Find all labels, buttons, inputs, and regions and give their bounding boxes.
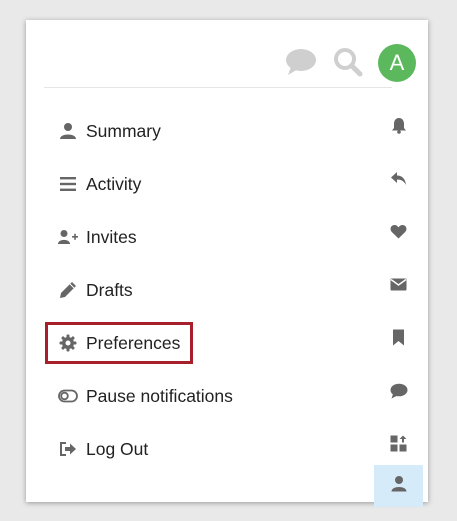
grid-icon — [390, 435, 407, 457]
avatar-letter: A — [389, 50, 405, 75]
menu-item-activity[interactable]: Activity — [48, 166, 151, 202]
menu-item-preferences[interactable]: Preferences — [44, 322, 194, 364]
menu-item-log-out[interactable]: Log Out — [48, 431, 158, 467]
sign-out-icon — [58, 439, 78, 459]
menu-item-invites[interactable]: Invites — [48, 219, 147, 255]
list-icon — [58, 174, 78, 194]
menu-item-label: Invites — [86, 226, 137, 247]
rail-profile-tab[interactable] — [374, 465, 423, 507]
menu-item-summary[interactable]: Summary — [48, 113, 171, 149]
bookmark-icon — [392, 329, 405, 351]
user-icon — [58, 121, 78, 141]
menu-item-drafts[interactable]: Drafts — [48, 272, 143, 308]
menu-item-label: Preferences — [86, 332, 181, 353]
rail-chat-tab[interactable] — [374, 372, 423, 414]
bell-icon — [391, 117, 407, 139]
menu-item-label: Activity — [86, 173, 142, 194]
menu-item-label: Log Out — [86, 438, 149, 459]
gear-icon — [58, 333, 78, 353]
envelope-icon — [390, 278, 407, 296]
search-icon[interactable] — [331, 45, 365, 79]
pencil-icon — [58, 280, 78, 300]
menu-item-label: Summary — [86, 120, 161, 141]
user-menu-panel: A Summary Activity Invites Drafts Prefer… — [26, 20, 428, 507]
rail-replies-tab[interactable] — [374, 160, 423, 202]
toggle-icon — [58, 386, 78, 406]
rail-messages-tab[interactable] — [374, 266, 423, 308]
header: A — [26, 20, 428, 88]
avatar[interactable]: A — [378, 44, 416, 82]
quick-access-rail — [374, 90, 423, 507]
rail-bookmarks-tab[interactable] — [374, 319, 423, 361]
comment-icon — [390, 383, 408, 404]
rail-review-tab[interactable] — [374, 425, 423, 467]
menu-item-label: Pause notifications — [86, 385, 233, 406]
menu-item-label: Drafts — [86, 279, 133, 300]
heart-icon — [390, 224, 407, 244]
user-plus-icon — [58, 227, 78, 247]
chat-bubble-icon[interactable] — [284, 45, 318, 79]
menu-item-pause-notifications[interactable]: Pause notifications — [48, 378, 243, 414]
header-divider — [44, 87, 392, 88]
reply-icon — [390, 171, 407, 191]
rail-likes-tab[interactable] — [374, 213, 423, 255]
rail-notifications-tab[interactable] — [374, 107, 423, 149]
user-icon — [391, 475, 407, 497]
